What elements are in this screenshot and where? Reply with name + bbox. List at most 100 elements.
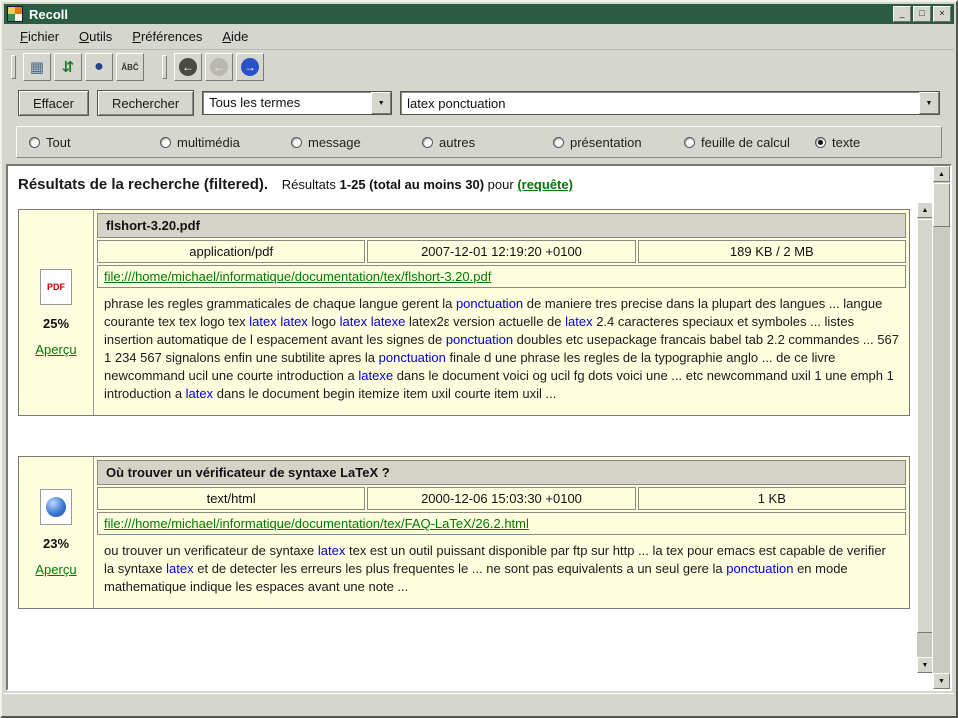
result-url-row: file:///home/michael/informatique/docume…: [97, 512, 906, 535]
search-mode-value: Tous les termes: [203, 92, 371, 114]
scroll-up-icon[interactable]: ▲: [917, 202, 933, 218]
scroll-down-icon[interactable]: ▼: [917, 657, 933, 673]
toolbar-handle[interactable]: [11, 55, 16, 79]
filter-radio-presentation[interactable]: présentation: [553, 135, 684, 150]
clear-button[interactable]: Effacer: [18, 90, 89, 116]
search-button[interactable]: Rechercher: [97, 90, 194, 116]
result-url-link[interactable]: file:///home/michael/informatique/docume…: [104, 269, 491, 284]
radio-icon: [291, 137, 302, 148]
doc-history-button[interactable]: ●: [85, 53, 113, 81]
nav-next-page-button[interactable]: →: [236, 53, 264, 81]
result-date: 2000-12-06 15:03:30 +0100: [367, 487, 635, 510]
toolbar-group-nav: ← ← →: [161, 52, 265, 82]
result-main-cell: Où trouver un vérificateur de syntaxe La…: [94, 457, 909, 608]
result-main-cell: flshort-3.20.pdf application/pdf 2007-12…: [94, 210, 909, 415]
forward-arrow-icon: →: [241, 58, 259, 76]
scroll-up-icon[interactable]: ▲: [933, 166, 950, 182]
recoll-window: Recoll _ □ × Fichier Outils Préférences …: [0, 0, 958, 718]
inner-scrollbar[interactable]: ▲ ▼: [917, 202, 933, 673]
chevron-down-icon[interactable]: ▼: [371, 92, 391, 114]
filter-radio-message[interactable]: message: [291, 135, 422, 150]
result-size: 1 KB: [638, 487, 906, 510]
back-arrow-disabled-icon: ←: [210, 58, 228, 76]
outer-scrollbar[interactable]: ▲ ▼: [932, 166, 950, 689]
menu-outils[interactable]: Outils: [71, 26, 120, 47]
radio-icon: [160, 137, 171, 148]
window-controls: _ □ ×: [893, 6, 951, 22]
radio-icon: [815, 137, 826, 148]
window-title: Recoll: [29, 7, 68, 22]
filter-radio-texte[interactable]: texte: [815, 135, 860, 150]
results-list: Résultats de la recherche (filtered). Ré…: [8, 166, 916, 689]
status-bar: [4, 693, 954, 714]
maximize-button[interactable]: □: [913, 6, 931, 22]
menu-preferences[interactable]: Préférences: [124, 26, 210, 47]
result-abstract: ou trouver un verificateur de syntaxe la…: [96, 536, 907, 606]
filter-radio-feuille-de-calcul[interactable]: feuille de calcul: [684, 135, 815, 150]
scroll-down-icon[interactable]: ▼: [933, 673, 950, 689]
result-info-row: application/pdf 2007-12-01 12:19:20 +010…: [97, 240, 906, 263]
menu-aide[interactable]: Aide: [214, 26, 256, 47]
toolbar: ▦ ⇵ ● ÂBĈ ← ← →: [4, 50, 954, 84]
result-url-row: file:///home/michael/informatique/docume…: [97, 265, 906, 288]
results-range: 1-25 (total au moins 30): [340, 177, 484, 192]
scrollbar-thumb[interactable]: [933, 183, 950, 227]
result-filename: flshort-3.20.pdf: [97, 213, 906, 238]
sort-icon: ⇵: [62, 58, 75, 76]
scrollbar-thumb[interactable]: [917, 219, 933, 633]
filter-radio-autres[interactable]: autres: [422, 135, 553, 150]
search-mode-select[interactable]: Tous les termes ▼: [202, 91, 392, 115]
titlebar[interactable]: Recoll _ □ ×: [4, 4, 954, 24]
relevance-percent: 25%: [43, 316, 69, 331]
radio-icon: [684, 137, 695, 148]
nav-first-page-button[interactable]: ←: [174, 53, 202, 81]
category-filter-bar: Tout multimédia message autres présentat…: [16, 126, 942, 158]
result-info-row: text/html 2000-12-06 15:03:30 +0100 1 KB: [97, 487, 906, 510]
chevron-down-icon[interactable]: ▼: [919, 92, 939, 114]
result-abstract: phrase les regles grammaticales de chaqu…: [96, 289, 907, 413]
pdf-icon: PDF: [40, 269, 72, 305]
sort-params-button[interactable]: ⇵: [54, 53, 82, 81]
result-left-cell: 23% Aperçu: [19, 457, 94, 608]
menu-fichier[interactable]: Fichier: [12, 26, 67, 47]
search-input[interactable]: [401, 92, 919, 114]
filter-radio-tout[interactable]: Tout: [29, 135, 160, 150]
history-icon: ●: [94, 58, 104, 76]
result-mimetype: application/pdf: [97, 240, 365, 263]
filter-radio-multimedia[interactable]: multimédia: [160, 135, 291, 150]
search-row: Effacer Rechercher Tous les termes ▼ ▼: [18, 88, 940, 118]
results-summary: Résultats 1-25 (total au moins 30) pour …: [282, 177, 573, 192]
menubar: Fichier Outils Préférences Aide: [4, 24, 954, 50]
results-pane: Résultats de la recherche (filtered). Ré…: [6, 164, 952, 691]
result-size: 189 KB / 2 MB: [638, 240, 906, 263]
toolbar-group-tools: ▦ ⇵ ● ÂBĈ: [10, 52, 145, 82]
result-mimetype: text/html: [97, 487, 365, 510]
results-title: Résultats de la recherche (filtered).: [18, 176, 268, 193]
result-date: 2007-12-01 12:19:20 +0100: [367, 240, 635, 263]
radio-icon: [553, 137, 564, 148]
minimize-button[interactable]: _: [893, 6, 911, 22]
results-header: Résultats de la recherche (filtered). Ré…: [18, 176, 910, 193]
app-icon: [7, 6, 23, 22]
nav-prev-page-button[interactable]: ←: [205, 53, 233, 81]
result-item-2: 23% Aperçu Où trouver un vérificateur de…: [18, 456, 910, 609]
result-item-1: PDF 25% Aperçu flshort-3.20.pdf applicat…: [18, 209, 910, 416]
close-button[interactable]: ×: [933, 6, 951, 22]
preview-link[interactable]: Aperçu: [35, 342, 76, 357]
clear-search-button[interactable]: ▦: [23, 53, 51, 81]
result-filename: Où trouver un vérificateur de syntaxe La…: [97, 460, 906, 485]
radio-icon: [422, 137, 433, 148]
html-globe-icon: [40, 489, 72, 525]
toolbar-handle[interactable]: [162, 55, 167, 79]
relevance-percent: 23%: [43, 536, 69, 551]
term-explorer-button[interactable]: ÂBĈ: [116, 53, 144, 81]
query-link[interactable]: (requête): [517, 177, 573, 192]
back-arrow-icon: ←: [179, 58, 197, 76]
preview-link[interactable]: Aperçu: [35, 562, 76, 577]
clear-search-icon: ▦: [30, 58, 44, 76]
term-explorer-icon: ÂBĈ: [121, 63, 138, 72]
query-combobox[interactable]: ▼: [400, 91, 940, 115]
result-url-link[interactable]: file:///home/michael/informatique/docume…: [104, 516, 529, 531]
result-left-cell: PDF 25% Aperçu: [19, 210, 94, 415]
radio-icon: [29, 137, 40, 148]
